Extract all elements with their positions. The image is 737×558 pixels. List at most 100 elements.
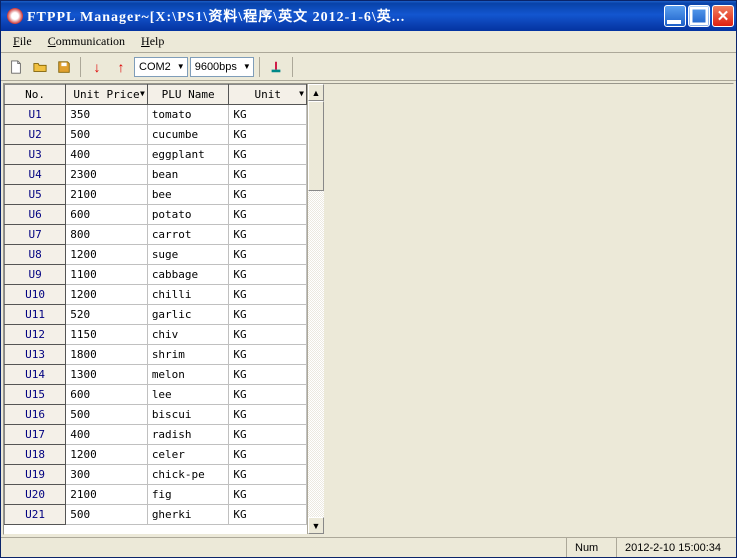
menu-communication[interactable]: Communication xyxy=(40,32,133,51)
cell-name[interactable]: chick-pe xyxy=(147,465,229,485)
row-no[interactable]: U20 xyxy=(5,485,66,505)
cell-price[interactable]: 350 xyxy=(66,105,148,125)
titlebar[interactable]: FTPPL Manager~[X:\PS1\资料\程序\英文 2012-1-6\… xyxy=(1,1,736,31)
about-icon[interactable] xyxy=(265,56,287,78)
cell-name[interactable]: biscui xyxy=(147,405,229,425)
cell-name[interactable]: melon xyxy=(147,365,229,385)
cell-price[interactable]: 2100 xyxy=(66,485,148,505)
upload-arrow-icon[interactable]: ↑ xyxy=(110,56,132,78)
row-no[interactable]: U6 xyxy=(5,205,66,225)
download-arrow-icon[interactable]: ↓ xyxy=(86,56,108,78)
cell-price[interactable]: 1200 xyxy=(66,445,148,465)
cell-name[interactable]: lee xyxy=(147,385,229,405)
cell-unit[interactable]: KG xyxy=(229,145,307,165)
cell-name[interactable]: tomato xyxy=(147,105,229,125)
minimize-button[interactable] xyxy=(664,5,686,27)
cell-unit[interactable]: KG xyxy=(229,245,307,265)
cell-price[interactable]: 400 xyxy=(66,145,148,165)
row-no[interactable]: U5 xyxy=(5,185,66,205)
cell-unit[interactable]: KG xyxy=(229,385,307,405)
row-no[interactable]: U7 xyxy=(5,225,66,245)
row-no[interactable]: U21 xyxy=(5,505,66,525)
new-file-icon[interactable] xyxy=(5,56,27,78)
row-no[interactable]: U14 xyxy=(5,365,66,385)
cell-price[interactable]: 500 xyxy=(66,125,148,145)
row-no[interactable]: U10 xyxy=(5,285,66,305)
col-header-unit[interactable]: Unit▼ xyxy=(229,85,307,105)
table-row[interactable]: U11520garlicKG xyxy=(5,305,307,325)
row-no[interactable]: U11 xyxy=(5,305,66,325)
cell-unit[interactable]: KG xyxy=(229,465,307,485)
cell-price[interactable]: 1150 xyxy=(66,325,148,345)
cell-name[interactable]: carrot xyxy=(147,225,229,245)
scroll-track[interactable] xyxy=(308,101,324,517)
table-row[interactable]: U181200celerKG xyxy=(5,445,307,465)
cell-unit[interactable]: KG xyxy=(229,305,307,325)
cell-price[interactable]: 520 xyxy=(66,305,148,325)
cell-unit[interactable]: KG xyxy=(229,205,307,225)
cell-price[interactable]: 500 xyxy=(66,405,148,425)
row-no[interactable]: U4 xyxy=(5,165,66,185)
cell-unit[interactable]: KG xyxy=(229,445,307,465)
table-row[interactable]: U202100figKG xyxy=(5,485,307,505)
cell-price[interactable]: 1300 xyxy=(66,365,148,385)
cell-unit[interactable]: KG xyxy=(229,405,307,425)
com-port-select[interactable]: COM2▼ xyxy=(134,57,188,77)
table-row[interactable]: U19300chick-peKG xyxy=(5,465,307,485)
cell-price[interactable]: 300 xyxy=(66,465,148,485)
table-row[interactable]: U21500gherkiKG xyxy=(5,505,307,525)
cell-unit[interactable]: KG xyxy=(229,505,307,525)
row-no[interactable]: U15 xyxy=(5,385,66,405)
table-row[interactable]: U131800shrimKG xyxy=(5,345,307,365)
col-header-price[interactable]: Unit Price▼ xyxy=(66,85,148,105)
table-row[interactable]: U1350tomatoKG xyxy=(5,105,307,125)
cell-price[interactable]: 600 xyxy=(66,205,148,225)
table-row[interactable]: U15600leeKG xyxy=(5,385,307,405)
table-row[interactable]: U141300melonKG xyxy=(5,365,307,385)
cell-price[interactable]: 1200 xyxy=(66,285,148,305)
open-folder-icon[interactable] xyxy=(29,56,51,78)
cell-unit[interactable]: KG xyxy=(229,165,307,185)
menu-help[interactable]: Help xyxy=(133,32,172,51)
cell-price[interactable]: 800 xyxy=(66,225,148,245)
table-row[interactable]: U52100beeKG xyxy=(5,185,307,205)
cell-price[interactable]: 1800 xyxy=(66,345,148,365)
cell-name[interactable]: suge xyxy=(147,245,229,265)
table-row[interactable]: U16500biscuiKG xyxy=(5,405,307,425)
cell-unit[interactable]: KG xyxy=(229,105,307,125)
cell-name[interactable]: bee xyxy=(147,185,229,205)
chevron-down-icon[interactable]: ▼ xyxy=(299,89,304,98)
cell-name[interactable]: fig xyxy=(147,485,229,505)
scroll-thumb[interactable] xyxy=(308,101,324,191)
data-grid[interactable]: No. Unit Price▼ PLU Name Unit▼ U1350toma… xyxy=(4,84,307,534)
row-no[interactable]: U13 xyxy=(5,345,66,365)
cell-price[interactable]: 500 xyxy=(66,505,148,525)
table-row[interactable]: U81200sugeKG xyxy=(5,245,307,265)
row-no[interactable]: U12 xyxy=(5,325,66,345)
row-no[interactable]: U17 xyxy=(5,425,66,445)
row-no[interactable]: U18 xyxy=(5,445,66,465)
close-button[interactable]: ✕ xyxy=(712,5,734,27)
table-row[interactable]: U2500cucumbeKG xyxy=(5,125,307,145)
cell-name[interactable]: garlic xyxy=(147,305,229,325)
chevron-down-icon[interactable]: ▼ xyxy=(140,89,145,98)
cell-unit[interactable]: KG xyxy=(229,225,307,245)
cell-name[interactable]: gherki xyxy=(147,505,229,525)
cell-name[interactable]: potato xyxy=(147,205,229,225)
table-row[interactable]: U6600potatoKG xyxy=(5,205,307,225)
table-row[interactable]: U101200chilliKG xyxy=(5,285,307,305)
col-header-name[interactable]: PLU Name xyxy=(147,85,229,105)
cell-name[interactable]: radish xyxy=(147,425,229,445)
cell-unit[interactable]: KG xyxy=(229,345,307,365)
cell-name[interactable]: chiv xyxy=(147,325,229,345)
row-no[interactable]: U3 xyxy=(5,145,66,165)
vertical-scrollbar[interactable]: ▲ ▼ xyxy=(307,84,324,534)
cell-name[interactable]: chilli xyxy=(147,285,229,305)
cell-unit[interactable]: KG xyxy=(229,125,307,145)
cell-price[interactable]: 2300 xyxy=(66,165,148,185)
cell-unit[interactable]: KG xyxy=(229,365,307,385)
scroll-down-button[interactable]: ▼ xyxy=(308,517,324,534)
maximize-button[interactable] xyxy=(688,5,710,27)
cell-name[interactable]: bean xyxy=(147,165,229,185)
table-row[interactable]: U91100cabbageKG xyxy=(5,265,307,285)
